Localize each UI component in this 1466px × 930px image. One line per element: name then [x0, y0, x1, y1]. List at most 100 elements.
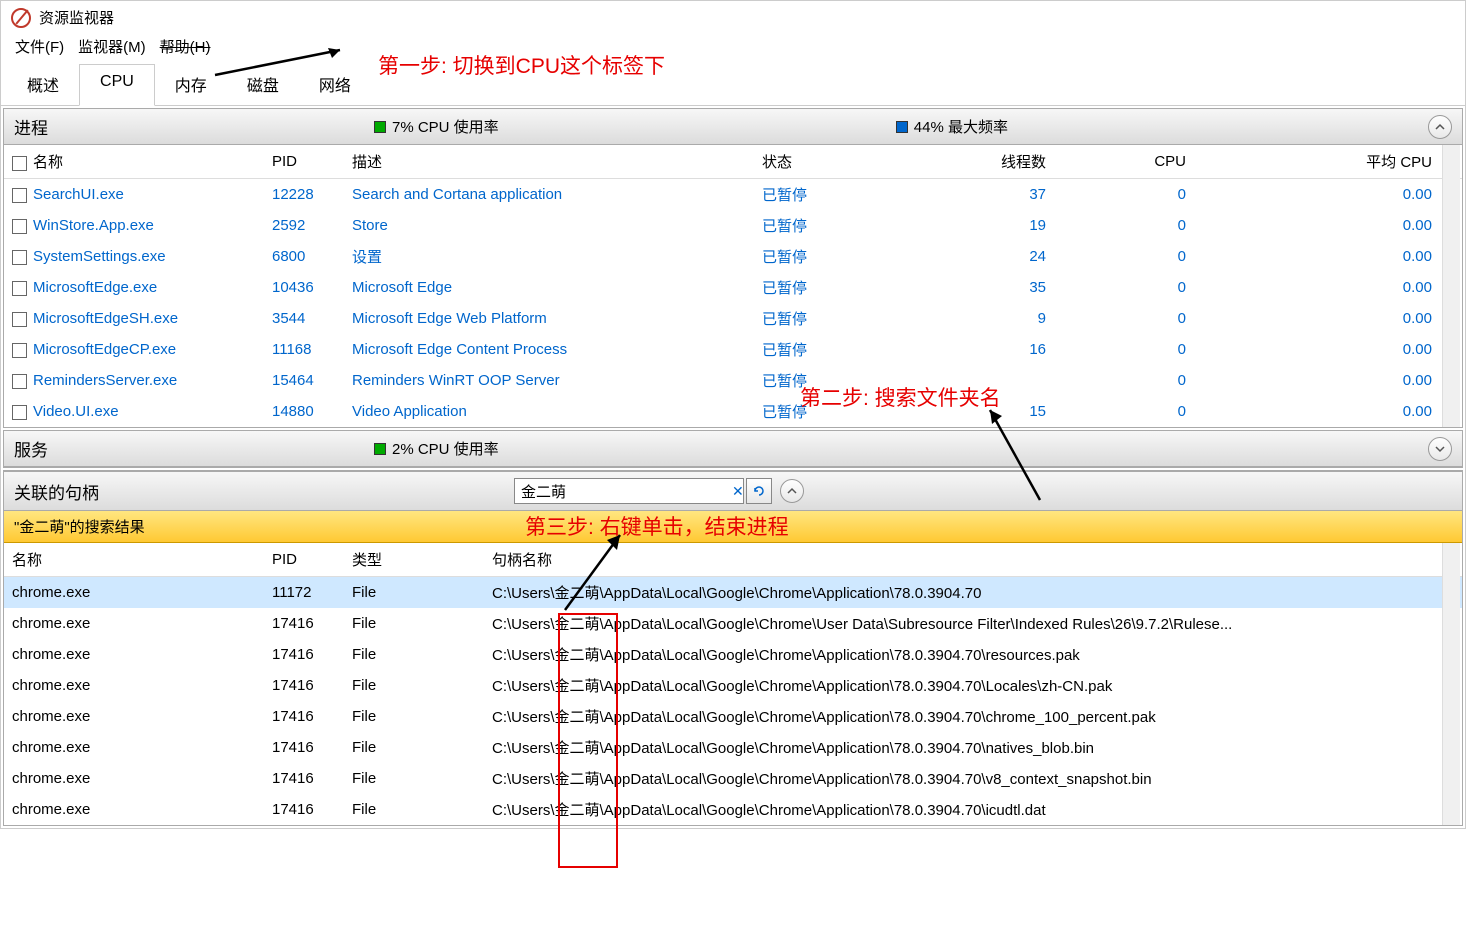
process-row[interactable]: MicrosoftEdgeSH.exe3544Microsoft Edge We… — [4, 303, 1462, 334]
proc-name[interactable]: SearchUI.exe — [4, 179, 264, 211]
hcol-pid[interactable]: PID — [264, 543, 344, 577]
handle-row[interactable]: chrome.exe17416FileC:\Users\金二萌\AppData\… — [4, 639, 1462, 670]
handle-type: File — [344, 670, 484, 701]
process-row[interactable]: WinStore.App.exe2592Store已暂停1900.00 — [4, 210, 1462, 241]
handle-pid: 17416 — [264, 639, 344, 670]
col-threads[interactable]: 线程数 — [914, 145, 1054, 179]
handle-name: chrome.exe — [4, 701, 264, 732]
hcol-type[interactable]: 类型 — [344, 543, 484, 577]
handle-row[interactable]: chrome.exe11172FileC:\Users\金二萌\AppData\… — [4, 577, 1462, 609]
proc-name[interactable]: MicrosoftEdgeCP.exe — [4, 334, 264, 365]
processes-panel: 进程 7% CPU 使用率 44% 最大频率 — [3, 108, 1463, 428]
chevron-up-icon — [787, 486, 797, 496]
row-checkbox[interactable] — [12, 188, 27, 203]
proc-avg: 0.00 — [1194, 303, 1462, 334]
proc-desc: Search and Cortana application — [344, 179, 754, 211]
row-checkbox[interactable] — [12, 312, 27, 327]
collapse-handles-button[interactable] — [780, 479, 804, 503]
proc-name[interactable]: RemindersServer.exe — [4, 365, 264, 396]
process-row[interactable]: SearchUI.exe12228Search and Cortana appl… — [4, 179, 1462, 211]
proc-cpu: 0 — [1054, 241, 1194, 272]
cpu-usage-text: 7% CPU 使用率 — [392, 116, 499, 137]
col-avg[interactable]: 平均 CPU — [1194, 145, 1462, 179]
process-row[interactable]: SystemSettings.exe6800设置已暂停2400.00 — [4, 241, 1462, 272]
processes-scrollbar[interactable] — [1442, 145, 1460, 427]
hcol-name[interactable]: 名称 — [4, 543, 264, 577]
row-checkbox[interactable] — [12, 343, 27, 358]
proc-pid: 6800 — [264, 241, 344, 272]
services-panel: 服务 2% CPU 使用率 — [3, 430, 1463, 468]
row-checkbox[interactable] — [12, 281, 27, 296]
handle-pid: 17416 — [264, 608, 344, 639]
proc-name[interactable]: Video.UI.exe — [4, 396, 264, 427]
handle-row[interactable]: chrome.exe17416FileC:\Users\金二萌\AppData\… — [4, 794, 1462, 825]
proc-desc: Video Application — [344, 396, 754, 427]
proc-cpu: 0 — [1054, 272, 1194, 303]
proc-status: 已暂停 — [754, 272, 914, 303]
handle-pid: 17416 — [264, 763, 344, 794]
handle-row[interactable]: chrome.exe17416FileC:\Users\金二萌\AppData\… — [4, 670, 1462, 701]
menu-help[interactable]: 帮助(H) — [160, 36, 211, 57]
tab-disk[interactable]: 磁盘 — [227, 64, 299, 106]
handle-type: File — [344, 732, 484, 763]
services-header[interactable]: 服务 2% CPU 使用率 — [4, 431, 1462, 467]
handles-search-box: ✕ — [514, 478, 744, 504]
row-checkbox[interactable] — [12, 250, 27, 265]
proc-avg: 0.00 — [1194, 396, 1462, 427]
proc-threads: 19 — [914, 210, 1054, 241]
proc-desc: Reminders WinRT OOP Server — [344, 365, 754, 396]
proc-name[interactable]: WinStore.App.exe — [4, 210, 264, 241]
row-checkbox[interactable] — [12, 374, 27, 389]
process-row[interactable]: RemindersServer.exe15464Reminders WinRT … — [4, 365, 1462, 396]
refresh-search-button[interactable] — [746, 478, 772, 504]
handles-search-input[interactable] — [515, 483, 726, 500]
row-checkbox[interactable] — [12, 405, 27, 420]
proc-status: 已暂停 — [754, 334, 914, 365]
handle-path: C:\Users\金二萌\AppData\Local\Google\Chrome… — [484, 763, 1462, 794]
row-checkbox[interactable] — [12, 219, 27, 234]
tab-memory[interactable]: 内存 — [155, 64, 227, 106]
tab-cpu[interactable]: CPU — [79, 64, 155, 106]
chevron-up-icon — [1435, 122, 1445, 132]
processes-header[interactable]: 进程 7% CPU 使用率 44% 最大频率 — [4, 109, 1462, 145]
proc-pid: 11168 — [264, 334, 344, 365]
max-freq-text: 44% 最大频率 — [914, 116, 1008, 137]
proc-name[interactable]: MicrosoftEdge.exe — [4, 272, 264, 303]
col-pid[interactable]: PID — [264, 145, 344, 179]
handle-row[interactable]: chrome.exe17416FileC:\Users\金二萌\AppData\… — [4, 701, 1462, 732]
handles-header[interactable]: 关联的句柄 ✕ — [4, 471, 1462, 511]
proc-name[interactable]: SystemSettings.exe — [4, 241, 264, 272]
proc-name[interactable]: MicrosoftEdgeSH.exe — [4, 303, 264, 334]
col-cpu[interactable]: CPU — [1054, 145, 1194, 179]
window-title: 资源监视器 — [39, 7, 114, 28]
select-all-checkbox[interactable] — [12, 156, 27, 171]
menu-monitor[interactable]: 监视器(M) — [78, 36, 146, 57]
tab-network[interactable]: 网络 — [299, 64, 371, 106]
blue-square-icon — [896, 121, 908, 133]
handle-pid: 17416 — [264, 732, 344, 763]
col-status[interactable]: 状态 — [754, 145, 914, 179]
collapse-processes-button[interactable] — [1428, 115, 1452, 139]
handle-path: C:\Users\金二萌\AppData\Local\Google\Chrome… — [484, 732, 1462, 763]
handle-pid: 17416 — [264, 701, 344, 732]
hcol-handle[interactable]: 句柄名称 — [484, 543, 1462, 577]
process-row[interactable]: MicrosoftEdge.exe10436Microsoft Edge已暂停3… — [4, 272, 1462, 303]
cpu-usage-metric: 7% CPU 使用率 — [374, 116, 499, 137]
proc-pid: 2592 — [264, 210, 344, 241]
proc-threads: 15 — [914, 396, 1054, 427]
tab-bar: 概述 CPU 内存 磁盘 网络 — [1, 63, 1465, 106]
col-desc[interactable]: 描述 — [344, 145, 754, 179]
titlebar: 资源监视器 — [1, 1, 1465, 32]
process-row[interactable]: Video.UI.exe14880Video Application已暂停150… — [4, 396, 1462, 427]
handle-row[interactable]: chrome.exe17416FileC:\Users\金二萌\AppData\… — [4, 732, 1462, 763]
expand-services-button[interactable] — [1428, 437, 1452, 461]
proc-pid: 14880 — [264, 396, 344, 427]
process-row[interactable]: MicrosoftEdgeCP.exe11168Microsoft Edge C… — [4, 334, 1462, 365]
tab-overview[interactable]: 概述 — [7, 64, 79, 106]
handles-scrollbar[interactable] — [1442, 543, 1460, 825]
col-name[interactable]: 名称 — [4, 145, 264, 179]
max-freq-metric: 44% 最大频率 — [896, 116, 1008, 137]
menu-file[interactable]: 文件(F) — [15, 36, 64, 57]
handle-row[interactable]: chrome.exe17416FileC:\Users\金二萌\AppData\… — [4, 763, 1462, 794]
handle-row[interactable]: chrome.exe17416FileC:\Users\金二萌\AppData\… — [4, 608, 1462, 639]
